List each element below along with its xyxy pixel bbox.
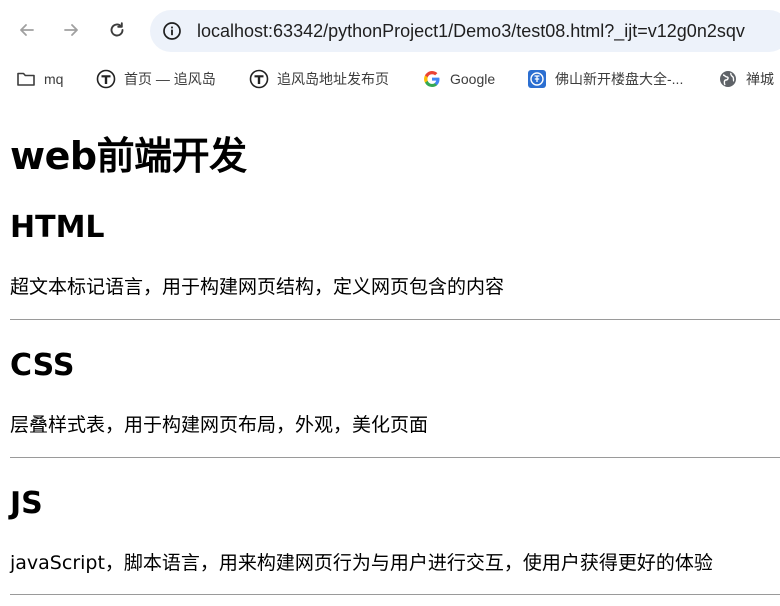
page-title: web前端开发	[10, 134, 247, 178]
section-heading-css: CSS	[10, 348, 75, 383]
bookmarks-bar: mq 首页 — 追风岛 追风岛地址发布页 Google 佛山新开楼盘大全-...	[0, 62, 780, 96]
bookmark-label: mq	[44, 71, 64, 87]
folder-icon	[16, 69, 36, 89]
arrow-right-icon	[64, 24, 78, 36]
globe-icon	[718, 69, 738, 89]
google-icon	[422, 69, 442, 89]
divider	[10, 319, 780, 320]
section-text-html: 超文本标记语言，用于构建网页结构，定义网页包含的内容	[10, 276, 505, 298]
bookmark-foshan[interactable]: 佛山新开楼盘大全-...	[527, 67, 683, 91]
page-content: web前端开发 HTML 超文本标记语言，用于构建网页结构，定义网页包含的内容 …	[0, 96, 780, 606]
reload-button[interactable]	[102, 14, 132, 46]
reload-icon	[110, 22, 124, 37]
bookmark-label: 佛山新开楼盘大全-...	[555, 71, 684, 87]
bookmark-address-page[interactable]: 追风岛地址发布页	[249, 67, 389, 91]
divider	[10, 594, 780, 595]
section-heading-html: HTML	[10, 210, 105, 245]
info-icon[interactable]	[162, 21, 182, 41]
bookmark-chancheng[interactable]: 禅城	[718, 67, 774, 91]
site-t-icon	[249, 69, 269, 89]
bookmark-label: 首页 — 追风岛	[124, 71, 216, 87]
site-t-icon	[96, 69, 116, 89]
fang-icon	[527, 69, 547, 89]
bookmark-label: Google	[450, 71, 496, 87]
bookmark-google[interactable]: Google	[422, 67, 495, 91]
url-text[interactable]: localhost:63342/pythonProject1/Demo3/tes…	[197, 20, 745, 42]
section-text-js: javaScript，脚本语言，用来构建网页行为与用户进行交互，使用户获得更好的…	[10, 552, 713, 574]
back-button[interactable]	[12, 14, 42, 46]
bookmark-label: 追风岛地址发布页	[277, 71, 389, 87]
bookmark-label: 禅城	[746, 71, 774, 87]
bookmark-home[interactable]: 首页 — 追风岛	[96, 67, 216, 91]
forward-button[interactable]	[56, 14, 86, 46]
section-text-css: 层叠样式表，用于构建网页布局，外观，美化页面	[10, 414, 429, 436]
divider	[10, 457, 780, 458]
section-heading-js: JS	[10, 486, 43, 521]
address-bar[interactable]: localhost:63342/pythonProject1/Demo3/tes…	[150, 10, 780, 52]
arrow-left-icon	[20, 24, 34, 36]
browser-toolbar: localhost:63342/pythonProject1/Demo3/tes…	[0, 0, 780, 62]
bookmark-folder-mq[interactable]: mq	[16, 67, 63, 91]
